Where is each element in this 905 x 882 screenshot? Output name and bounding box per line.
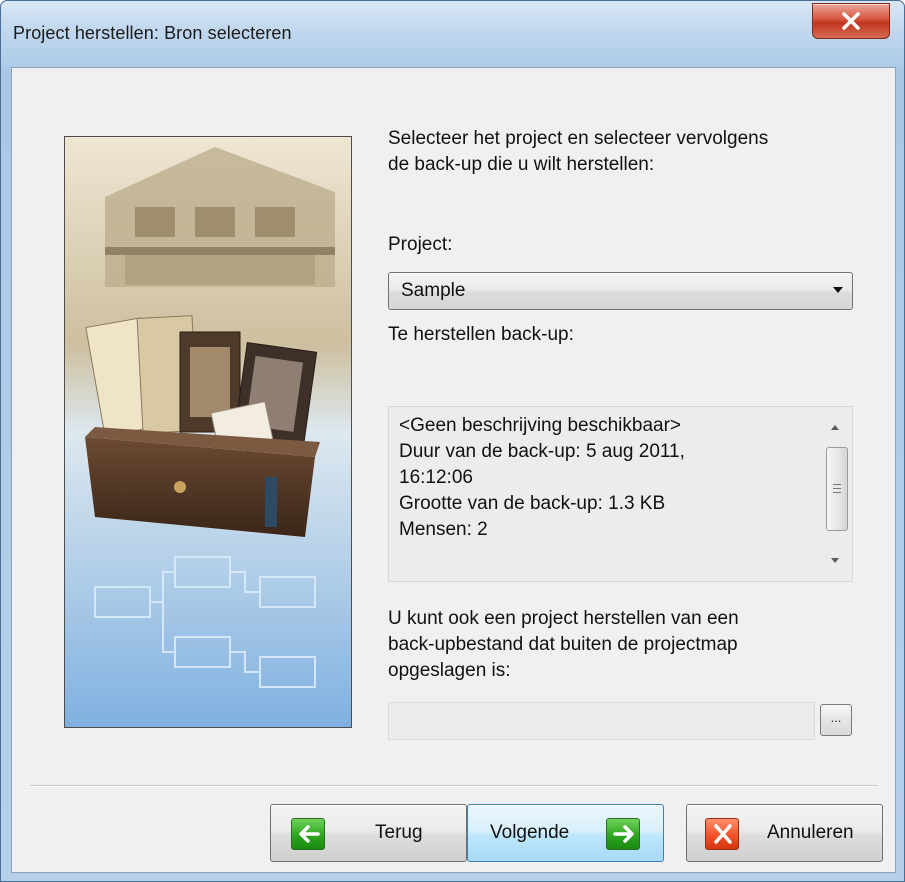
scroll-up-arrow-icon[interactable] xyxy=(831,425,839,430)
browse-button[interactable]: ... xyxy=(820,704,852,736)
cancel-button-label: Annuleren xyxy=(767,822,854,843)
backup-details-text: <Geen beschrijving beschikbaar> Duur van… xyxy=(399,413,819,543)
file-restore-text-line-1: U kunt ook een project herstellen van ee… xyxy=(388,608,739,629)
back-button[interactable]: Terug xyxy=(270,804,467,862)
next-button-label: Volgende xyxy=(490,822,570,843)
dropdown-arrow-icon xyxy=(833,287,843,293)
close-icon xyxy=(842,12,860,30)
backup-detail-line: Mensen: 2 xyxy=(399,519,488,540)
backup-details-box[interactable]: <Geen beschrijving beschikbaar> Duur van… xyxy=(388,406,853,582)
backup-file-path-field[interactable] xyxy=(388,702,815,740)
file-restore-text-line-3: opgeslagen is: xyxy=(388,660,511,681)
button-divider xyxy=(30,785,878,787)
title-bar[interactable]: Project herstellen: Bron selecteren xyxy=(1,1,904,67)
scroll-down-arrow-icon[interactable] xyxy=(831,558,839,563)
cancel-button[interactable]: Annuleren xyxy=(686,804,883,862)
vertical-scrollbar[interactable] xyxy=(820,407,852,581)
project-dropdown-value: Sample xyxy=(401,280,466,301)
dialog-body: Selecteer het project en selecteer vervo… xyxy=(11,67,896,873)
project-dropdown[interactable]: Sample xyxy=(388,272,853,310)
backup-detail-line: Grootte van de back-up: 1.3 KB xyxy=(399,493,666,514)
next-button[interactable]: Volgende xyxy=(467,804,664,862)
file-restore-text-line-2: back-upbestand dat buiten de projectmap xyxy=(388,634,738,655)
wizard-illustration xyxy=(64,136,352,728)
cancel-x-icon xyxy=(705,818,739,850)
scroll-thumb[interactable] xyxy=(826,447,848,531)
window-title: Project herstellen: Bron selecteren xyxy=(13,23,292,43)
backup-label: Te herstellen back-up: xyxy=(388,324,574,345)
backup-detail-line: Duur van de back-up: 5 aug 2011, xyxy=(399,441,685,462)
intro-text-line-1: Selecteer het project en selecteer vervo… xyxy=(388,128,769,149)
project-label: Project: xyxy=(388,234,453,255)
grip-icon xyxy=(833,484,841,493)
backup-detail-line: 16:12:06 xyxy=(399,467,473,488)
arrow-right-icon xyxy=(606,818,640,850)
arrow-left-icon xyxy=(291,818,325,850)
intro-text-line-2: de back-up die u wilt herstellen: xyxy=(388,154,655,175)
backup-detail-line: <Geen beschrijving beschikbaar> xyxy=(399,415,682,436)
back-button-label: Terug xyxy=(375,822,423,843)
close-button[interactable] xyxy=(812,3,890,39)
dialog-window: Project herstellen: Bron selecteren Sele… xyxy=(0,0,905,882)
